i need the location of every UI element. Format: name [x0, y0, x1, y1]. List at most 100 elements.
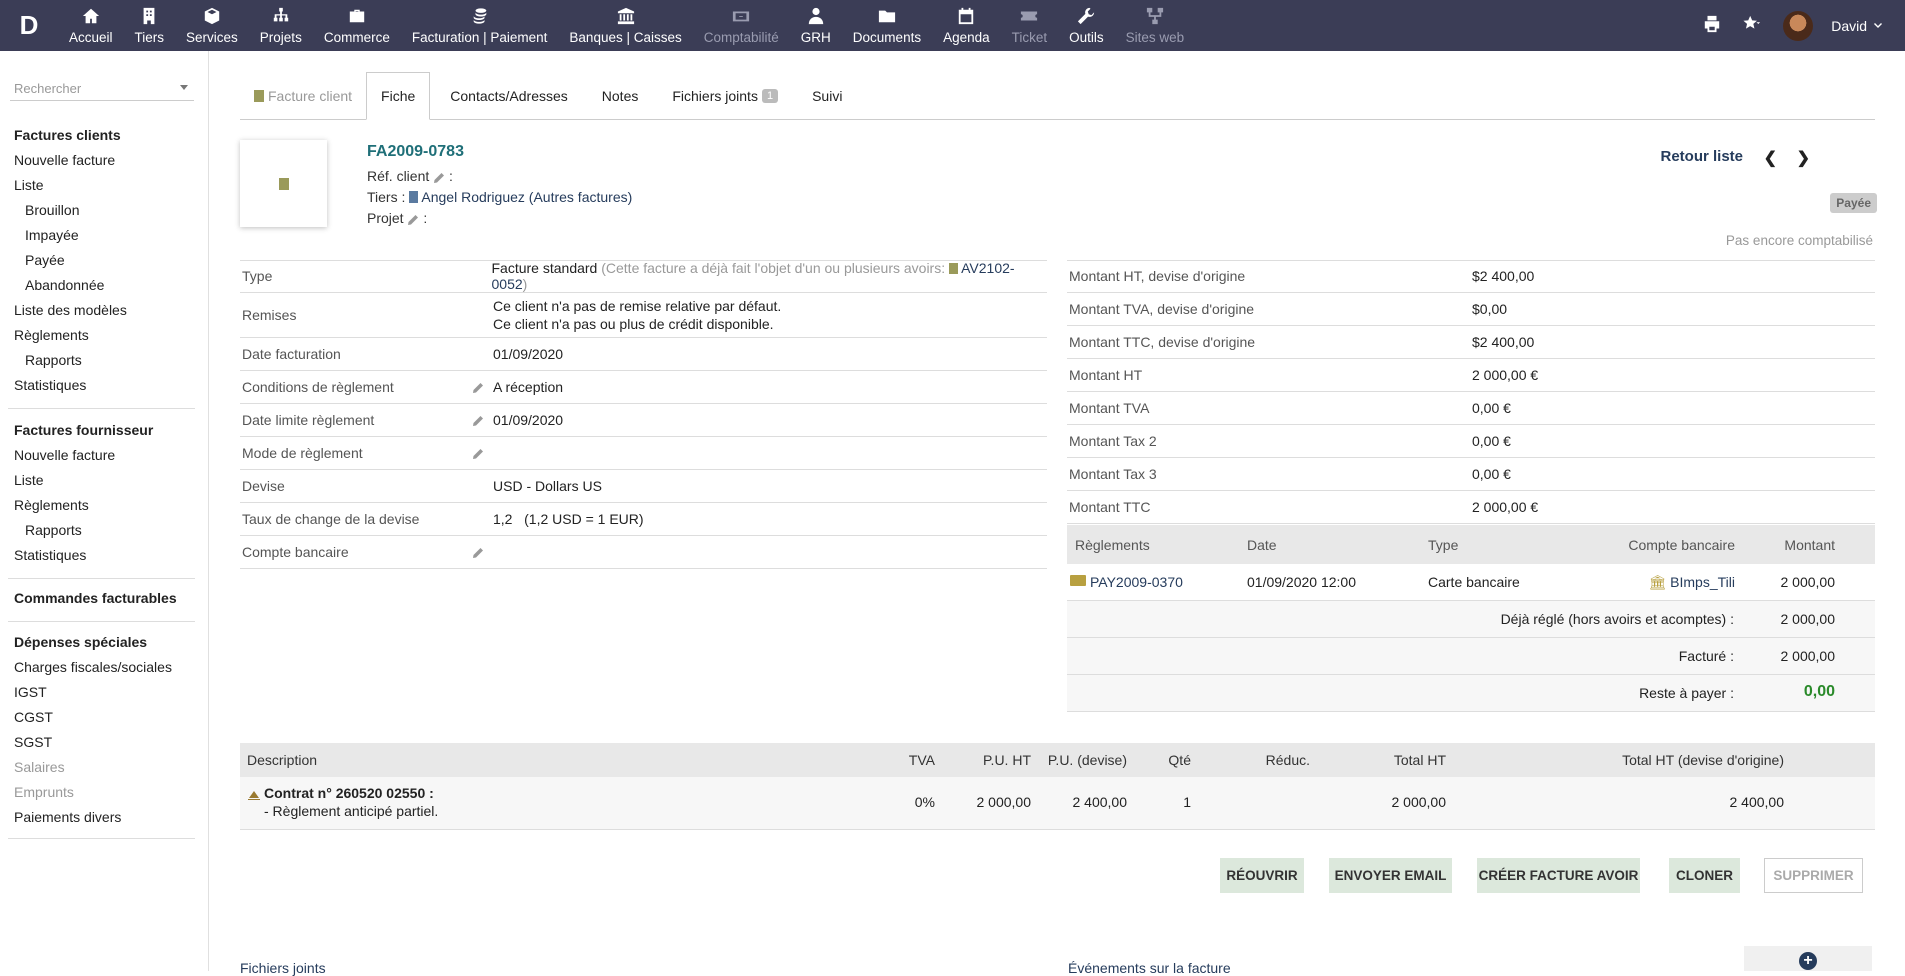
- sidebar-item[interactable]: Charges fiscales/sociales: [0, 655, 196, 680]
- search-placeholder: Rechercher: [14, 81, 82, 96]
- calendar-icon: [957, 6, 975, 26]
- chevron-right-icon[interactable]: ❯: [1797, 148, 1810, 168]
- field-label: Devise: [242, 478, 285, 494]
- menu-documents[interactable]: Documents: [842, 0, 932, 51]
- service-icon: [247, 787, 261, 800]
- field-label: Conditions de règlement: [242, 379, 394, 395]
- sidebar-item[interactable]: Liste: [0, 173, 196, 198]
- building-icon: [409, 191, 419, 203]
- payment-ref-link[interactable]: PAY2009-0370: [1090, 574, 1183, 590]
- payment-date: 01/09/2020 12:00: [1247, 574, 1356, 590]
- attached-files-title[interactable]: Fichiers joints: [240, 960, 326, 976]
- menu-label: Banques | Caisses: [569, 30, 682, 45]
- sidebar-item[interactable]: Nouvelle facture: [0, 148, 196, 173]
- add-event-button[interactable]: +: [1744, 946, 1872, 971]
- pencil-icon[interactable]: [472, 447, 489, 459]
- sidebar-item[interactable]: Statistiques: [0, 543, 196, 568]
- pencil-icon[interactable]: [433, 171, 445, 184]
- sidebar-item[interactable]: Liste des modèles: [0, 298, 196, 323]
- sidebar-item[interactable]: Emprunts: [0, 780, 196, 805]
- sidebar-item[interactable]: Paiements divers: [0, 805, 196, 830]
- user-name[interactable]: David: [1831, 18, 1867, 34]
- menu-ticket[interactable]: Ticket: [1001, 0, 1059, 51]
- type-note-close: ): [522, 276, 528, 292]
- sidebar-item[interactable]: CGST: [0, 705, 196, 730]
- sidebar-item[interactable]: Nouvelle facture: [0, 443, 196, 468]
- menu-commerce[interactable]: Commerce: [313, 0, 401, 51]
- field-value: 01/09/2020: [493, 412, 564, 428]
- search-select[interactable]: Rechercher: [10, 75, 194, 101]
- menu-grh[interactable]: GRH: [790, 0, 842, 51]
- invoice-events-title[interactable]: Événements sur la facture: [1068, 960, 1231, 976]
- menu-projets[interactable]: Projets: [249, 0, 313, 51]
- menu-banques[interactable]: Banques | Caisses: [558, 0, 692, 51]
- amount-label: Montant Tax 3: [1069, 466, 1157, 482]
- other-invoices-link[interactable]: (Autres factures): [529, 189, 632, 205]
- sidebar-item[interactable]: Rapports: [0, 348, 196, 373]
- tiers-link[interactable]: Angel Rodriguez: [421, 189, 525, 205]
- col-header: P.U. HT: [983, 752, 1031, 768]
- back-to-list-link[interactable]: Retour liste: [1660, 148, 1743, 165]
- document-thumbnail[interactable]: [240, 140, 327, 227]
- sidebar-item[interactable]: Abandonnée: [0, 273, 196, 298]
- menu-services[interactable]: Services: [175, 0, 249, 51]
- sidebar-item[interactable]: Liste: [0, 468, 196, 493]
- sidebar-item[interactable]: SGST: [0, 730, 196, 755]
- tab-suivi[interactable]: Suivi: [792, 72, 856, 120]
- ticket-icon: [1020, 6, 1038, 26]
- sidebar-item[interactable]: Impayée: [0, 223, 196, 248]
- tab-fiche[interactable]: Fiche: [366, 72, 431, 120]
- sidebar-item[interactable]: Salaires: [0, 755, 196, 780]
- app-logo[interactable]: D: [0, 0, 58, 51]
- send-email-button[interactable]: ENVOYER EMAIL: [1329, 858, 1452, 893]
- menu-facturation[interactable]: Facturation | Paiement: [401, 0, 559, 51]
- bank-icon: [617, 6, 635, 26]
- amount-value: 2 000,00 €: [1472, 367, 1539, 383]
- amount-value: 0,00 €: [1472, 433, 1511, 449]
- tab-fichiers-joints[interactable]: Fichiers joints 1: [652, 72, 792, 120]
- menu-tiers[interactable]: Tiers: [124, 0, 176, 51]
- remaining-value: 0,00: [1803, 683, 1835, 700]
- chevron-down-icon[interactable]: [1873, 18, 1883, 34]
- menu-label: Ticket: [1011, 30, 1048, 45]
- menu-agenda[interactable]: Agenda: [932, 0, 1001, 51]
- sidebar-title[interactable]: Commandes facturables: [0, 586, 196, 611]
- sidebar-item[interactable]: IGST: [0, 680, 196, 705]
- sidebar-item[interactable]: Brouillon: [0, 198, 196, 223]
- sidebar-title[interactable]: Dépenses spéciales: [0, 630, 196, 655]
- sidebar-item[interactable]: Rapports: [0, 518, 196, 543]
- tab-facture-client[interactable]: Facture client: [240, 72, 366, 120]
- sidebar-item[interactable]: Statistiques: [0, 373, 196, 398]
- field-row-mode: Mode de règlement: [240, 437, 1047, 470]
- type-value: Facture standard: [491, 260, 598, 276]
- menu-comptabilite[interactable]: Comptabilité: [693, 0, 790, 51]
- pencil-icon[interactable]: [472, 546, 489, 558]
- bookmark-star-icon[interactable]: [1739, 15, 1765, 36]
- sidebar-title[interactable]: Factures fournisseur: [0, 418, 196, 443]
- tab-notes[interactable]: Notes: [582, 72, 653, 120]
- tab-contacts[interactable]: Contacts/Adresses: [430, 72, 582, 120]
- chevron-left-icon[interactable]: ❮: [1764, 148, 1777, 168]
- user-avatar[interactable]: [1783, 10, 1814, 41]
- sidebar-item[interactable]: Payée: [0, 248, 196, 273]
- sidebar-title[interactable]: Factures clients: [0, 123, 196, 148]
- menu-sites-web[interactable]: Sites web: [1115, 0, 1196, 51]
- status-badge: Payée: [1830, 193, 1877, 213]
- field-row-compte: Compte bancaire: [240, 536, 1047, 569]
- bank-account-link[interactable]: 🏛 BImps_Tili: [1649, 574, 1736, 591]
- create-credit-note-button[interactable]: CRÉER FACTURE AVOIR: [1477, 858, 1640, 893]
- pencil-icon[interactable]: [472, 414, 489, 426]
- field-row-remises: Remises Ce client n'a pas de remise rela…: [240, 293, 1047, 338]
- menu-accueil[interactable]: Accueil: [58, 0, 124, 51]
- sidebar-item[interactable]: Règlements: [0, 323, 196, 348]
- pencil-icon[interactable]: [472, 381, 489, 393]
- clone-button[interactable]: CLONER: [1669, 858, 1740, 893]
- projet-label: Projet: [367, 210, 404, 226]
- menu-label: Services: [186, 30, 238, 45]
- printer-icon[interactable]: [1703, 15, 1721, 36]
- pencil-icon[interactable]: [407, 213, 419, 226]
- invoice-line-row[interactable]: Contrat n° 260520 02550 : - Règlement an…: [240, 777, 1875, 830]
- menu-outils[interactable]: Outils: [1058, 0, 1115, 51]
- reopen-button[interactable]: RÉOUVRIR: [1220, 858, 1304, 893]
- sidebar-item[interactable]: Règlements: [0, 493, 196, 518]
